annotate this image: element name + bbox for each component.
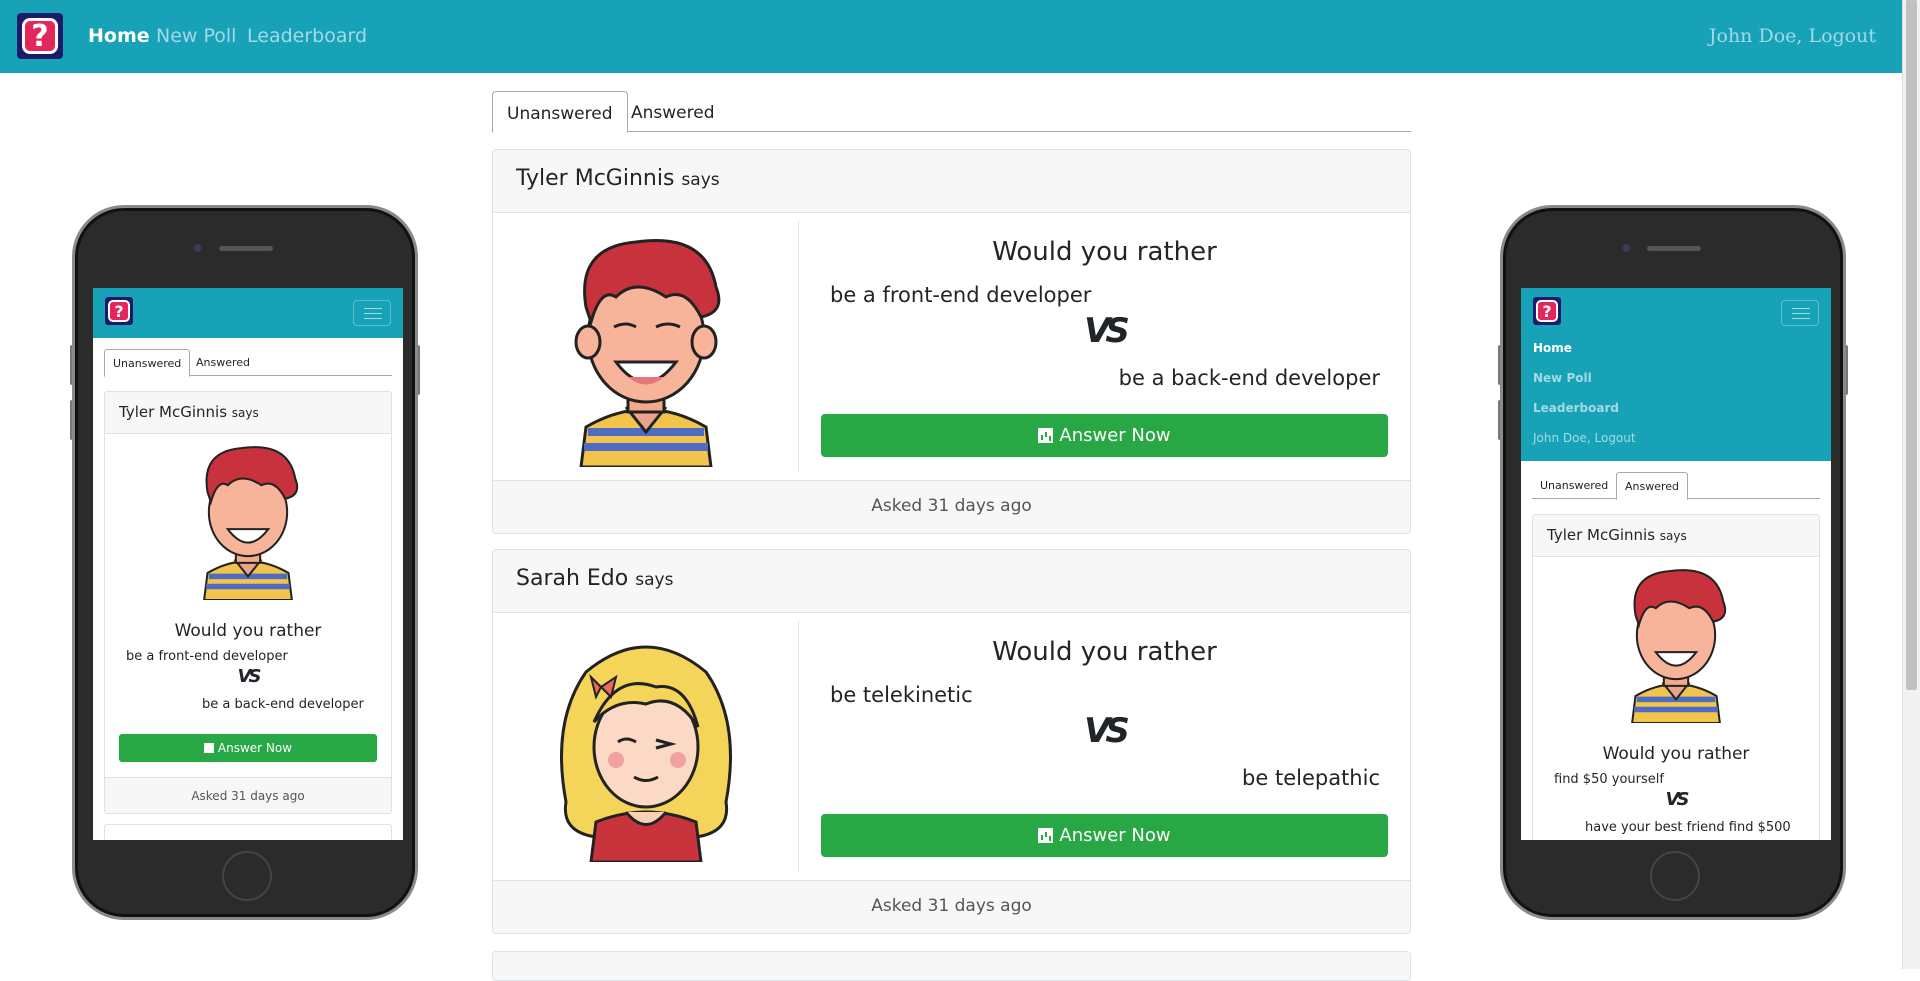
says-label: says [231, 406, 259, 420]
menu-home-link[interactable]: Home [1533, 341, 1572, 355]
question-title: Would you rather [1602, 744, 1750, 764]
vs-icon: VS [1084, 711, 1130, 751]
scrollbar-thumb[interactable] [1906, 0, 1917, 690]
phone-speaker [219, 246, 273, 251]
vs-icon: VS [237, 666, 262, 687]
question-title: Would you rather [992, 637, 1217, 667]
answer-now-button[interactable]: Answer Now [821, 414, 1388, 457]
mobile-poll-card: Tyler McGinnis says Would you rather fin… [1532, 514, 1820, 840]
poll-question: Would you rather be telekinetic VS be te… [821, 613, 1388, 880]
vs-icon: VS [1084, 311, 1130, 351]
boy-avatar-icon [574, 238, 720, 467]
says-label: says [1659, 529, 1687, 543]
question-mark-icon: ? [22, 18, 58, 54]
bar-chart-icon [1038, 828, 1054, 843]
app-logo[interactable]: ? [17, 13, 63, 59]
poll-tabs: Unanswered Answered [492, 91, 1411, 133]
hamburger-menu-icon[interactable] [1781, 300, 1819, 326]
phone-mockup-right: ? Home New Poll Leaderboard John Doe, Lo… [1498, 205, 1848, 920]
poll-author: Tyler McGinnis [1547, 526, 1656, 544]
menu-new-poll-link[interactable]: New Poll [1533, 371, 1592, 385]
app-logo[interactable]: ? [1533, 297, 1561, 325]
author-avatar [493, 221, 799, 472]
answer-now-label: Answer Now [217, 741, 293, 755]
nav-new-poll-link[interactable]: New Poll [156, 25, 236, 47]
author-avatar [493, 621, 799, 872]
mobile-poll-card-partial [104, 824, 392, 840]
question-mark-icon: ? [1536, 300, 1558, 322]
hamburger-menu-icon[interactable] [353, 300, 391, 326]
poll-card-partial [492, 951, 1411, 981]
phone-camera [1622, 244, 1630, 252]
option-b: be telepathic [1242, 766, 1380, 790]
tab-unanswered[interactable]: Unanswered [1532, 472, 1616, 499]
poll-author: Sarah Edo [516, 566, 629, 591]
bar-chart-icon [203, 743, 214, 753]
poll-card-footer: Asked 31 days ago [493, 480, 1410, 533]
mobile-poll-tabs: Unanswered Answered [104, 349, 392, 377]
poll-card: Sarah Edo says Would you rather be telek… [492, 549, 1411, 934]
poll-card-header: Tyler McGinnis says [105, 392, 391, 434]
page-scrollbar[interactable] [1902, 0, 1920, 969]
poll-card-header: Tyler McGinnis says [1533, 515, 1819, 557]
tab-unanswered[interactable]: Unanswered [492, 91, 628, 133]
option-a: be telekinetic [830, 683, 973, 707]
poll-card-header [493, 952, 1410, 980]
poll-card: Tyler McGinnis says Would you rather be … [492, 149, 1411, 534]
option-b: be a back-end developer [202, 697, 364, 712]
poll-question: Would you rather be a front-end develope… [821, 213, 1388, 480]
menu-leaderboard-link[interactable]: Leaderboard [1533, 401, 1619, 415]
poll-card-footer: Asked 31 days ago [105, 777, 391, 813]
says-label: says [635, 570, 674, 590]
tab-answered[interactable]: Answered [1616, 472, 1689, 500]
user-logout-link[interactable]: John Doe, Logout [1709, 25, 1876, 47]
tab-answered[interactable]: Answered [617, 91, 729, 132]
nav-home-link[interactable]: Home [88, 25, 150, 47]
phone-mockup-left: ? Unanswered Answered Tyler McGinnis say… [70, 205, 420, 920]
girl-avatar-icon [559, 645, 732, 862]
mobile-poll-tabs: Unanswered Answered [1532, 472, 1820, 500]
nav-leaderboard-link[interactable]: Leaderboard [247, 25, 367, 47]
option-b: have your best friend find $500 [1585, 820, 1791, 835]
phone-home-button [1650, 851, 1700, 901]
option-a: be a front-end developer [126, 649, 288, 664]
poll-card-footer: Asked 31 days ago [493, 880, 1410, 933]
answer-now-label: Answer Now [1059, 425, 1171, 446]
answer-now-button[interactable]: Answer Now [821, 814, 1388, 857]
boy-avatar-icon [1631, 569, 1727, 723]
poll-author: Tyler McGinnis [119, 403, 228, 421]
app-logo[interactable]: ? [105, 297, 133, 325]
poll-card-body: Would you rather be telekinetic VS be te… [493, 613, 1410, 880]
phone-home-button [222, 851, 272, 901]
boy-avatar-icon [203, 446, 299, 600]
question-title: Would you rather [174, 621, 322, 641]
option-a: be a front-end developer [830, 283, 1092, 307]
tab-unanswered[interactable]: Unanswered [104, 349, 191, 377]
poll-card-header: Tyler McGinnis says [493, 150, 1410, 213]
mobile-poll-card: Tyler McGinnis says Would you rather be … [104, 391, 392, 814]
phone-speaker [1647, 246, 1701, 251]
answer-now-label: Answer Now [1059, 825, 1171, 846]
phone-frame: ? Unanswered Answered Tyler McGinnis say… [72, 205, 418, 920]
answer-now-button[interactable]: Answer Now [119, 734, 377, 762]
mobile-navbar: ? [93, 288, 403, 338]
phone-frame: ? Home New Poll Leaderboard John Doe, Lo… [1500, 205, 1846, 920]
mobile-navbar-expanded: ? Home New Poll Leaderboard John Doe, Lo… [1521, 288, 1831, 461]
phone-screen: ? Unanswered Answered Tyler McGinnis say… [93, 288, 403, 840]
phone-camera [194, 244, 202, 252]
menu-user-logout-link[interactable]: John Doe, Logout [1533, 431, 1636, 445]
option-a: find $50 yourself [1554, 772, 1664, 787]
option-b: be a back-end developer [1118, 366, 1380, 390]
bar-chart-icon [1038, 428, 1054, 443]
question-mark-icon: ? [108, 300, 130, 322]
poll-author: Tyler McGinnis [516, 166, 675, 191]
poll-card-body: Would you rather be a front-end develope… [493, 213, 1410, 480]
poll-card-header: Sarah Edo says [493, 550, 1410, 613]
vs-icon: VS [1665, 789, 1690, 810]
tab-answered[interactable]: Answered [188, 349, 258, 376]
phone-screen: ? Home New Poll Leaderboard John Doe, Lo… [1521, 288, 1831, 840]
says-label: says [681, 170, 720, 190]
top-navbar: ? Home New Poll Leaderboard John Doe, Lo… [0, 0, 1902, 73]
question-title: Would you rather [992, 237, 1217, 267]
